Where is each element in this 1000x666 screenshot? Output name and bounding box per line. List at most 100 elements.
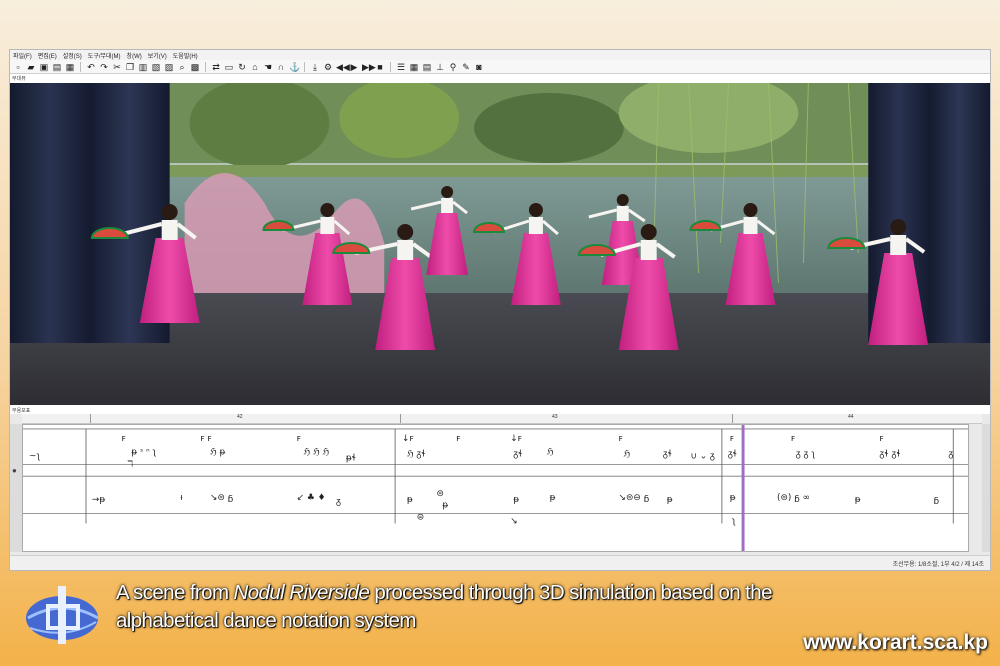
- svg-text:⊜: ⊜: [417, 513, 424, 523]
- svg-text:↓ꜰ: ↓ꜰ: [402, 434, 414, 444]
- svg-text:ᵽɬ: ᵽɬ: [346, 453, 356, 463]
- menu-view[interactable]: 보기(V): [145, 51, 170, 60]
- svg-text:ᵹ: ᵹ: [948, 450, 953, 460]
- caption-work-title: Nodul Riverside: [233, 581, 370, 604]
- track-sidebar: ●: [10, 424, 22, 552]
- svg-text:ᵹɬ: ᵹɬ: [513, 450, 522, 460]
- svg-text:ʅ: ʅ: [732, 516, 736, 526]
- caption-prefix: A scene from: [116, 581, 234, 604]
- svg-text:→ᵽ: →ᵽ: [92, 495, 105, 505]
- open-icon[interactable]: ▰: [26, 62, 36, 72]
- ruler-tick: [90, 414, 91, 423]
- delete-icon[interactable]: ▧: [151, 62, 161, 72]
- undo-icon[interactable]: ↶: [86, 62, 96, 72]
- svg-text:ᵹɬ: ᵹɬ: [663, 450, 672, 460]
- grid-icon[interactable]: ▦: [409, 62, 419, 72]
- svg-text:ꜰ: ꜰ: [456, 434, 460, 444]
- svg-text:ᵹɬ ᵹɬ: ᵹɬ ᵹɬ: [879, 450, 900, 460]
- settings-icon[interactable]: ⚙: [323, 62, 333, 72]
- svg-text:ꜰ: ꜰ: [297, 434, 301, 444]
- paste-icon[interactable]: ▥: [138, 62, 148, 72]
- cut-icon[interactable]: ✂: [112, 62, 122, 72]
- svg-text:~ʅ: ~ʅ: [29, 451, 41, 461]
- svg-text:ᵽ: ᵽ: [513, 495, 519, 505]
- svg-text:↘⊜⊖ ᵷ: ↘⊜⊖ ᵷ: [619, 493, 650, 503]
- stage-icon[interactable]: ⌂: [250, 62, 260, 72]
- toolbar-separator: [205, 61, 206, 72]
- menu-edit[interactable]: 편집(E): [35, 51, 60, 60]
- menu-help[interactable]: 도움말(H): [170, 51, 201, 60]
- svg-text:ꜰ: ꜰ: [791, 434, 795, 444]
- layer-icon[interactable]: ▤: [422, 62, 432, 72]
- import-icon[interactable]: ⤓: [310, 62, 320, 72]
- track-icon[interactable]: ⊥: [435, 62, 445, 72]
- menu-file[interactable]: 파일(F): [10, 51, 35, 60]
- notation-panel: 42 43 44 ● ~ʅ ꜰ ᵽ ˢ ⁿ ʅℸ ꜰ ꜰ ℌ ᵽ ꜰ ℌ ℌ ℌ …: [10, 414, 990, 556]
- hand-icon[interactable]: ☚: [263, 62, 273, 72]
- svg-text:ℌ ᵽ: ℌ ᵽ: [210, 448, 225, 458]
- play-icon[interactable]: ▶: [349, 62, 359, 72]
- anchor-icon[interactable]: ⚓: [289, 62, 300, 72]
- print-icon[interactable]: ▦: [65, 62, 75, 72]
- save-as-icon[interactable]: ▤: [52, 62, 62, 72]
- svg-text:ᵽ: ᵽ: [407, 495, 413, 505]
- stop-icon[interactable]: ■: [375, 62, 385, 72]
- menu-tools[interactable]: 도구/무대(M): [85, 51, 124, 60]
- svg-text:ℌ: ℌ: [547, 448, 554, 458]
- svg-text:↙ ♣ ♦: ↙ ♣ ♦: [297, 493, 326, 503]
- stage-panel-title: 무대뷰: [12, 76, 26, 82]
- save-icon[interactable]: ▣: [39, 62, 49, 72]
- svg-text:∪ ⌄ ᵹ: ∪ ⌄ ᵹ: [690, 451, 715, 461]
- svg-text:↘: ↘: [510, 516, 517, 526]
- toolbar-separator: [390, 61, 391, 72]
- app-window: 파일(F) 편집(E) 설정(S) 도구/무대(M) 창(W) 보기(V) 도움…: [9, 49, 991, 571]
- svg-text:⊜: ⊜: [436, 489, 443, 499]
- website-url[interactable]: www.korart.sca.kp: [803, 631, 988, 655]
- menu-settings[interactable]: 설정(S): [60, 51, 85, 60]
- rotate-icon[interactable]: ↻: [237, 62, 247, 72]
- toolbar: ▫ ▰ ▣ ▤ ▦ ↶ ↷ ✂ ❐ ▥ ▧ ▨ ⌕ ▩ ⇄ ▭ ↻ ⌂ ☚ ∩ …: [10, 60, 990, 74]
- loop-icon[interactable]: ∩: [276, 62, 286, 72]
- notation-symbols: ~ʅ ꜰᵽ ˢ ⁿ ʅℸ ꜰ ꜰℌ ᵽ ꜰℌ ℌ ℌᵽɬ ↓ꜰℌ ᵹɬꜰ ↓ꜰᵹ…: [29, 434, 953, 527]
- new-icon[interactable]: ▫: [13, 62, 23, 72]
- user-icon[interactable]: ●: [12, 466, 17, 475]
- transform-icon[interactable]: ⇄: [211, 62, 221, 72]
- stage-view[interactable]: [10, 83, 990, 405]
- zoom-icon[interactable]: ⌕: [177, 62, 187, 72]
- svg-text:↓ꜰ: ↓ꜰ: [510, 434, 522, 444]
- svg-text:ᵽ ˢ ⁿ ʅ: ᵽ ˢ ⁿ ʅ: [131, 448, 156, 458]
- ruler-mark: 42: [237, 414, 243, 420]
- menu-bar: 파일(F) 편집(E) 설정(S) 도구/무대(M) 창(W) 보기(V) 도움…: [10, 50, 990, 60]
- ruler-mark: 43: [552, 414, 558, 420]
- status-bar: 조선무용: 1/8소절, 1부 4/2 / 제 14조: [10, 555, 990, 570]
- toolbar-separator: [80, 61, 81, 72]
- svg-text:ℸ: ℸ: [127, 459, 133, 469]
- rewind-icon[interactable]: ◀◀: [336, 62, 350, 72]
- timeline-ruler[interactable]: 42 43 44: [22, 414, 982, 424]
- svg-text:(⊜) ᵷ ∞: (⊜) ᵷ ∞: [777, 493, 810, 503]
- vertical-scrollbar[interactable]: [982, 424, 990, 552]
- menu-window[interactable]: 창(W): [124, 51, 145, 60]
- svg-text:ᵽ: ᵽ: [667, 495, 673, 505]
- camera-icon[interactable]: ◙: [474, 62, 484, 72]
- ruler-tick: [732, 414, 733, 423]
- status-text: 조선무용: 1/8소절, 1부 4/2 / 제 14조: [892, 562, 984, 568]
- select-all-icon[interactable]: ▨: [164, 62, 174, 72]
- svg-text:ᵽ: ᵽ: [550, 493, 556, 503]
- ruler-mark: 44: [848, 414, 854, 420]
- svg-text:↘⊜ ᵷ: ↘⊜ ᵷ: [210, 493, 234, 503]
- svg-text:ᵽ: ᵽ: [855, 495, 861, 505]
- dance-score[interactable]: ~ʅ ꜰᵽ ˢ ⁿ ʅℸ ꜰ ꜰℌ ᵽ ꜰℌ ℌ ℌᵽɬ ↓ꜰℌ ᵹɬꜰ ↓ꜰᵹ…: [22, 424, 969, 552]
- redo-icon[interactable]: ↷: [99, 62, 109, 72]
- copy-icon[interactable]: ❐: [125, 62, 135, 72]
- svg-text:ᵹ ᵹ ʅ: ᵹ ᵹ ʅ: [796, 450, 816, 460]
- list-icon[interactable]: ☰: [396, 62, 406, 72]
- edit-icon[interactable]: ✎: [461, 62, 471, 72]
- symbol-icon[interactable]: ▭: [224, 62, 234, 72]
- dancer-icon[interactable]: ⚲: [448, 62, 458, 72]
- svg-text:ᵹɬ: ᵹɬ: [728, 450, 737, 460]
- fit-icon[interactable]: ▩: [190, 62, 200, 72]
- fast-forward-icon[interactable]: ▶▶: [362, 62, 376, 72]
- svg-text:ꜰ: ꜰ: [879, 434, 883, 444]
- svg-text:ᵽ: ᵽ: [442, 501, 448, 511]
